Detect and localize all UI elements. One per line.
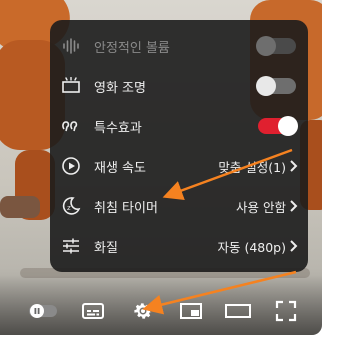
quality-sliders-icon	[60, 235, 82, 257]
toggle-knob	[256, 76, 276, 96]
menu-item-quality[interactable]: 화질 자동 (480p)	[50, 226, 308, 266]
player-control-bar	[0, 292, 322, 330]
menu-item-value: 사용 안함	[236, 199, 286, 215]
annotations-icon	[60, 115, 82, 137]
menu-item-playback-speed[interactable]: 재생 속도 맞춤 설정(1)	[50, 146, 308, 186]
ambient-mode-icon	[60, 75, 82, 97]
menu-item-label: 재생 속도	[94, 160, 146, 176]
menu-item-stable-volume[interactable]: 안정적인 볼륨	[50, 26, 308, 66]
stable-volume-toggle[interactable]	[256, 36, 296, 56]
chevron-right-icon	[290, 200, 298, 212]
menu-item-ambient-mode[interactable]: 영화 조명	[50, 66, 308, 106]
menu-item-label: 특수효과	[94, 120, 142, 136]
theater-mode-icon[interactable]	[225, 299, 251, 323]
sleep-timer-icon: z	[60, 195, 82, 217]
subtitles-icon[interactable]	[80, 299, 106, 323]
annotations-toggle[interactable]	[258, 116, 298, 136]
menu-item-sleep-timer[interactable]: z 취침 타이머 사용 안함	[50, 186, 308, 226]
ambient-mode-toggle[interactable]	[256, 76, 296, 96]
menu-item-label: 안정적인 볼륨	[94, 40, 170, 56]
toggle-knob	[256, 36, 276, 56]
menu-item-label: 영화 조명	[94, 80, 146, 96]
menu-item-value: 자동 (480p)	[217, 239, 286, 255]
playback-speed-icon	[60, 155, 82, 177]
menu-item-label: 취침 타이머	[94, 200, 158, 216]
menu-item-value: 맞춤 설정(1)	[218, 159, 286, 175]
stable-volume-icon	[60, 35, 82, 57]
settings-menu: 안정적인 볼륨 영화 조명 특수효과 재생 속도 맞춤 설정(1) z 취침 타…	[50, 20, 308, 272]
menu-item-annotations[interactable]: 특수효과	[50, 106, 308, 146]
chevron-right-icon	[290, 160, 298, 172]
miniplayer-icon[interactable]	[178, 299, 204, 323]
settings-gear-icon[interactable]	[130, 299, 156, 323]
menu-item-label: 화질	[94, 240, 118, 256]
autoplay-toggle-icon[interactable]	[28, 299, 58, 323]
toggle-knob	[278, 116, 298, 136]
chevron-right-icon	[290, 240, 298, 252]
svg-text:z: z	[67, 204, 71, 212]
video-frame-figure	[0, 196, 40, 218]
fullscreen-icon[interactable]	[273, 299, 299, 323]
